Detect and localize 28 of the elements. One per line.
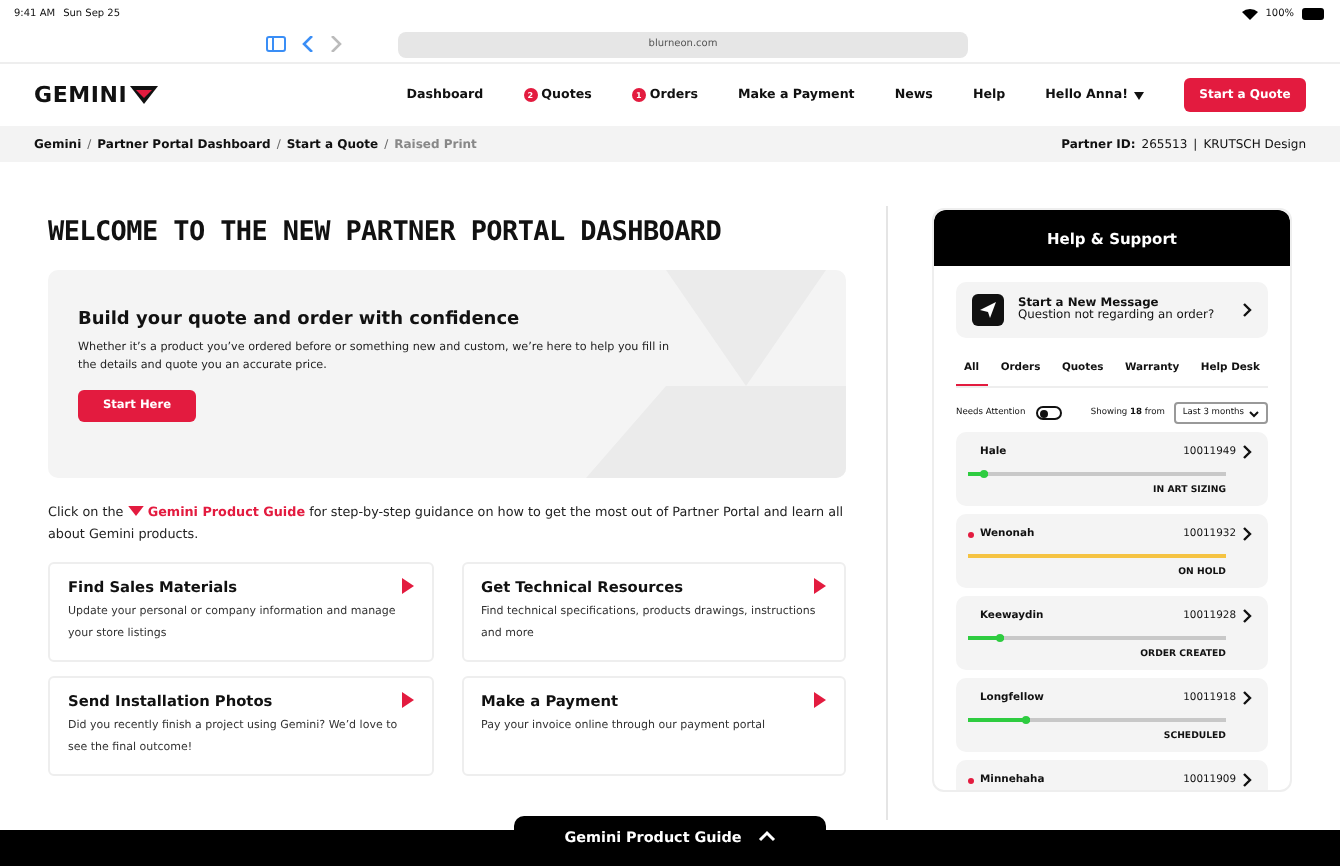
chevron-down-icon: [1248, 409, 1260, 417]
progress-thumb: [980, 470, 989, 478]
play-arrow-icon: [814, 578, 826, 594]
progress-thumb: [1021, 716, 1030, 724]
progress-thumb: [996, 634, 1005, 642]
chevron-right-icon: [1242, 772, 1252, 788]
wifi-icon: [1241, 7, 1258, 19]
logo-text: GEMINI: [34, 82, 128, 108]
play-arrow-icon: [814, 692, 826, 708]
send-icon: [972, 294, 1004, 326]
chevron-up-icon: [757, 830, 776, 842]
back-icon[interactable]: [302, 36, 314, 52]
chevron-right-icon: [1242, 690, 1252, 706]
logo-icon: [129, 86, 158, 104]
battery-icon: [1302, 7, 1326, 19]
logo-icon: [127, 506, 144, 516]
forward-icon[interactable]: [330, 36, 342, 52]
chevron-right-icon: [1242, 302, 1252, 318]
chevron-right-icon: [1242, 444, 1252, 460]
chevron-right-icon: [1242, 608, 1252, 624]
chevron-right-icon: [1242, 526, 1252, 542]
play-arrow-icon: [401, 578, 413, 594]
page-title: WELCOME TO THE NEW PARTNER PORTAL DASHBOARD: [48, 216, 724, 248]
sidebar-icon[interactable]: [266, 36, 286, 52]
needs-attention-toggle[interactable]: [1035, 406, 1062, 420]
caret-down-icon: [1134, 91, 1144, 99]
play-arrow-icon: [401, 692, 413, 708]
hero-heading: Build your quote and order with confidence: [78, 310, 522, 330]
